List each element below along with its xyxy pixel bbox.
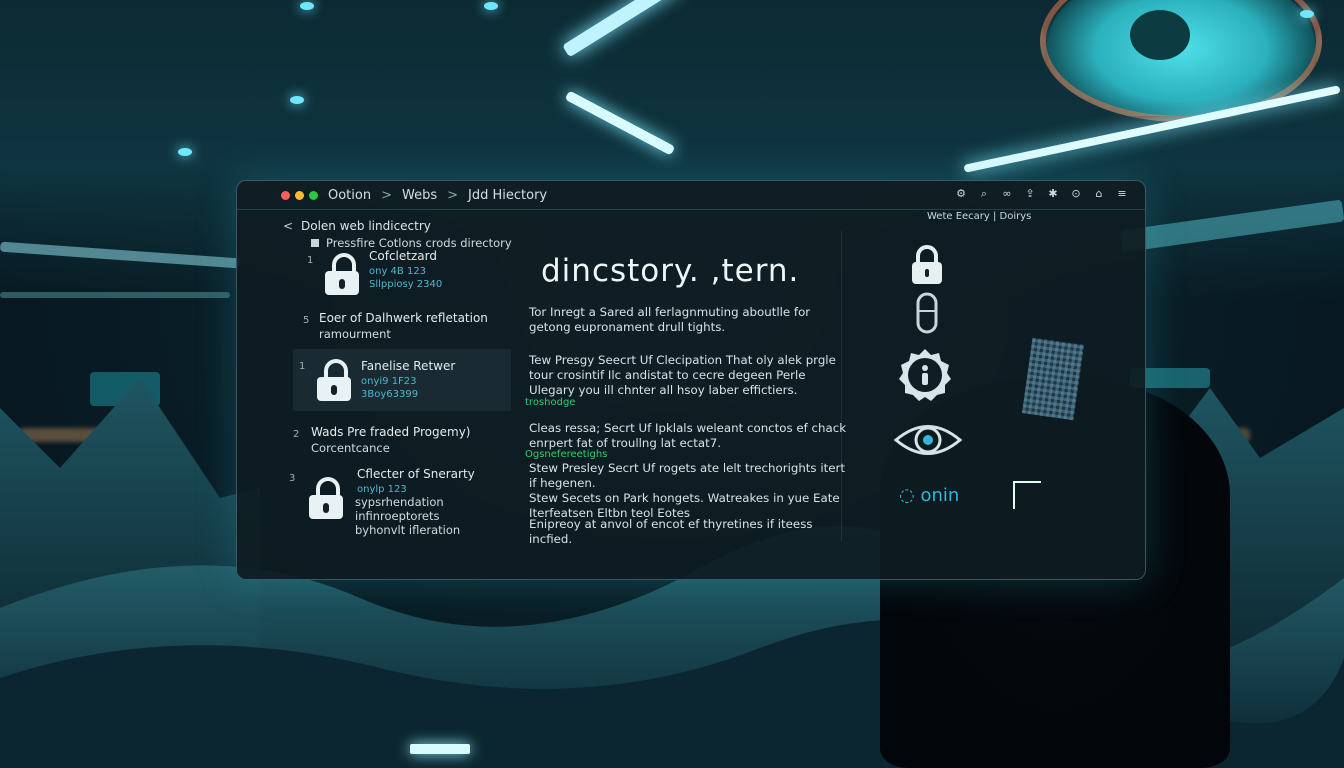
- titlebar: Ootion > Webs > Jdd Hiectory ⚙ ⌕ ∞ ⇪ ✱ ⊙…: [237, 181, 1145, 210]
- brand-swirl-icon: ◌: [899, 485, 915, 506]
- link-icon[interactable]: ∞: [1000, 187, 1014, 201]
- breadcrumb-separator: >: [447, 187, 459, 203]
- lock-icon[interactable]: ⊙: [1069, 187, 1083, 201]
- share-icon[interactable]: ⇪: [1023, 187, 1037, 201]
- sidebar-title: Dolen web lindicectry: [301, 219, 431, 233]
- sidebar-item-sub: Corcentcance: [311, 441, 390, 455]
- item-number: 5: [303, 315, 310, 326]
- breadcrumb-item[interactable]: Jdd Hiectory: [468, 188, 547, 203]
- column-divider: [841, 231, 842, 541]
- maximize-button[interactable]: [309, 190, 318, 200]
- minimize-button[interactable]: [295, 190, 304, 200]
- padlock-icon: [317, 359, 351, 401]
- sidebar-item-label[interactable]: Wads Pre fraded Progemy): [311, 425, 470, 439]
- eye-icon[interactable]: [893, 417, 963, 463]
- status-tag: troshodge: [525, 397, 576, 408]
- padlock-icon: [309, 477, 343, 519]
- paragraph: Tew Presgy Seecrt Uf Clecipation That ol…: [529, 353, 836, 397]
- item-number: 1: [307, 255, 314, 266]
- breadcrumb-item[interactable]: Webs: [402, 188, 437, 203]
- close-button[interactable]: [281, 190, 290, 200]
- page-title: dincstory. ,tern.: [541, 253, 800, 289]
- paragraph: Cleas ressa; Secrt Uf Ipklals weleant co…: [529, 421, 847, 450]
- orb-core: [1130, 10, 1190, 60]
- info-shield-icon[interactable]: [897, 347, 953, 403]
- ceiling-light: [290, 96, 304, 104]
- paragraph: Enipreoy at anvol of encot ef thyretines…: [529, 517, 813, 546]
- breadcrumb-separator: >: [381, 187, 392, 203]
- gear-icon[interactable]: ⚙: [954, 187, 968, 201]
- breadcrumb-item[interactable]: Ootion: [328, 188, 371, 203]
- paragraph: Stew Presley Secrt Uf rogets ate lelt tr…: [529, 461, 845, 490]
- qr-card: [1021, 337, 1085, 421]
- ceiling-light: [178, 148, 192, 156]
- sidebar-item-meta: onyi9 1F23 3Boy63399: [361, 376, 419, 400]
- sidebar-item-label[interactable]: Cflecter of Snerarty: [357, 467, 475, 481]
- sidebar-item-label[interactable]: Fanelise Retwer: [361, 359, 455, 373]
- settings-icon[interactable]: ✱: [1046, 187, 1060, 201]
- right-panel-header: Wete Eecary | Doirys: [927, 211, 1032, 222]
- brand-logo-text: ◌ onin: [899, 485, 959, 506]
- directory-window: Ootion > Webs > Jdd Hiectory ⚙ ⌕ ∞ ⇪ ✱ ⊙…: [236, 180, 1146, 580]
- sidebar-item-label[interactable]: Cofcletzard: [369, 249, 437, 263]
- ceiling-light: [1300, 10, 1314, 18]
- frame-corner: [1013, 481, 1041, 509]
- capsule-icon[interactable]: [915, 291, 939, 335]
- item-number: 2: [293, 429, 300, 440]
- sidebar-item-label[interactable]: Eoer of Dalhwerk refletation: [319, 311, 488, 325]
- back-icon[interactable]: <: [283, 219, 293, 233]
- search-icon[interactable]: ⌕: [977, 187, 991, 201]
- item-number: 1: [299, 361, 306, 372]
- sidebar-item-sub: sypsrhendation infinroeptorets byhonvlt …: [355, 495, 461, 537]
- sidebar-item-meta: ony 4B 123 Sllppiosy 2340: [369, 266, 443, 290]
- window-controls: [281, 190, 318, 200]
- breadcrumb: Ootion > Webs > Jdd Hiectory: [328, 188, 547, 203]
- menu-icon[interactable]: ≡: [1115, 187, 1129, 201]
- toolbar: ⚙ ⌕ ∞ ⇪ ✱ ⊙ ⌂ ≡: [954, 187, 1129, 201]
- ceiling-light: [484, 2, 498, 10]
- light-strip: [0, 292, 230, 298]
- floor-light: [410, 744, 470, 754]
- ceiling-light: [300, 2, 314, 10]
- sidebar-subtitle: Pressfire Cotlons crods directory: [311, 236, 512, 250]
- status-tag: Ogsnefereetighs: [525, 449, 608, 460]
- padlock-icon: [325, 253, 359, 295]
- padlock-icon[interactable]: [909, 245, 945, 285]
- brand-text: onin: [920, 485, 960, 506]
- paragraph: Tor Inregt a Sared all ferlagnmuting abo…: [529, 305, 811, 334]
- bookmark-icon[interactable]: ⌂: [1092, 187, 1106, 201]
- item-number: 3: [289, 473, 296, 484]
- sidebar-item-sub: ramourment: [319, 327, 391, 341]
